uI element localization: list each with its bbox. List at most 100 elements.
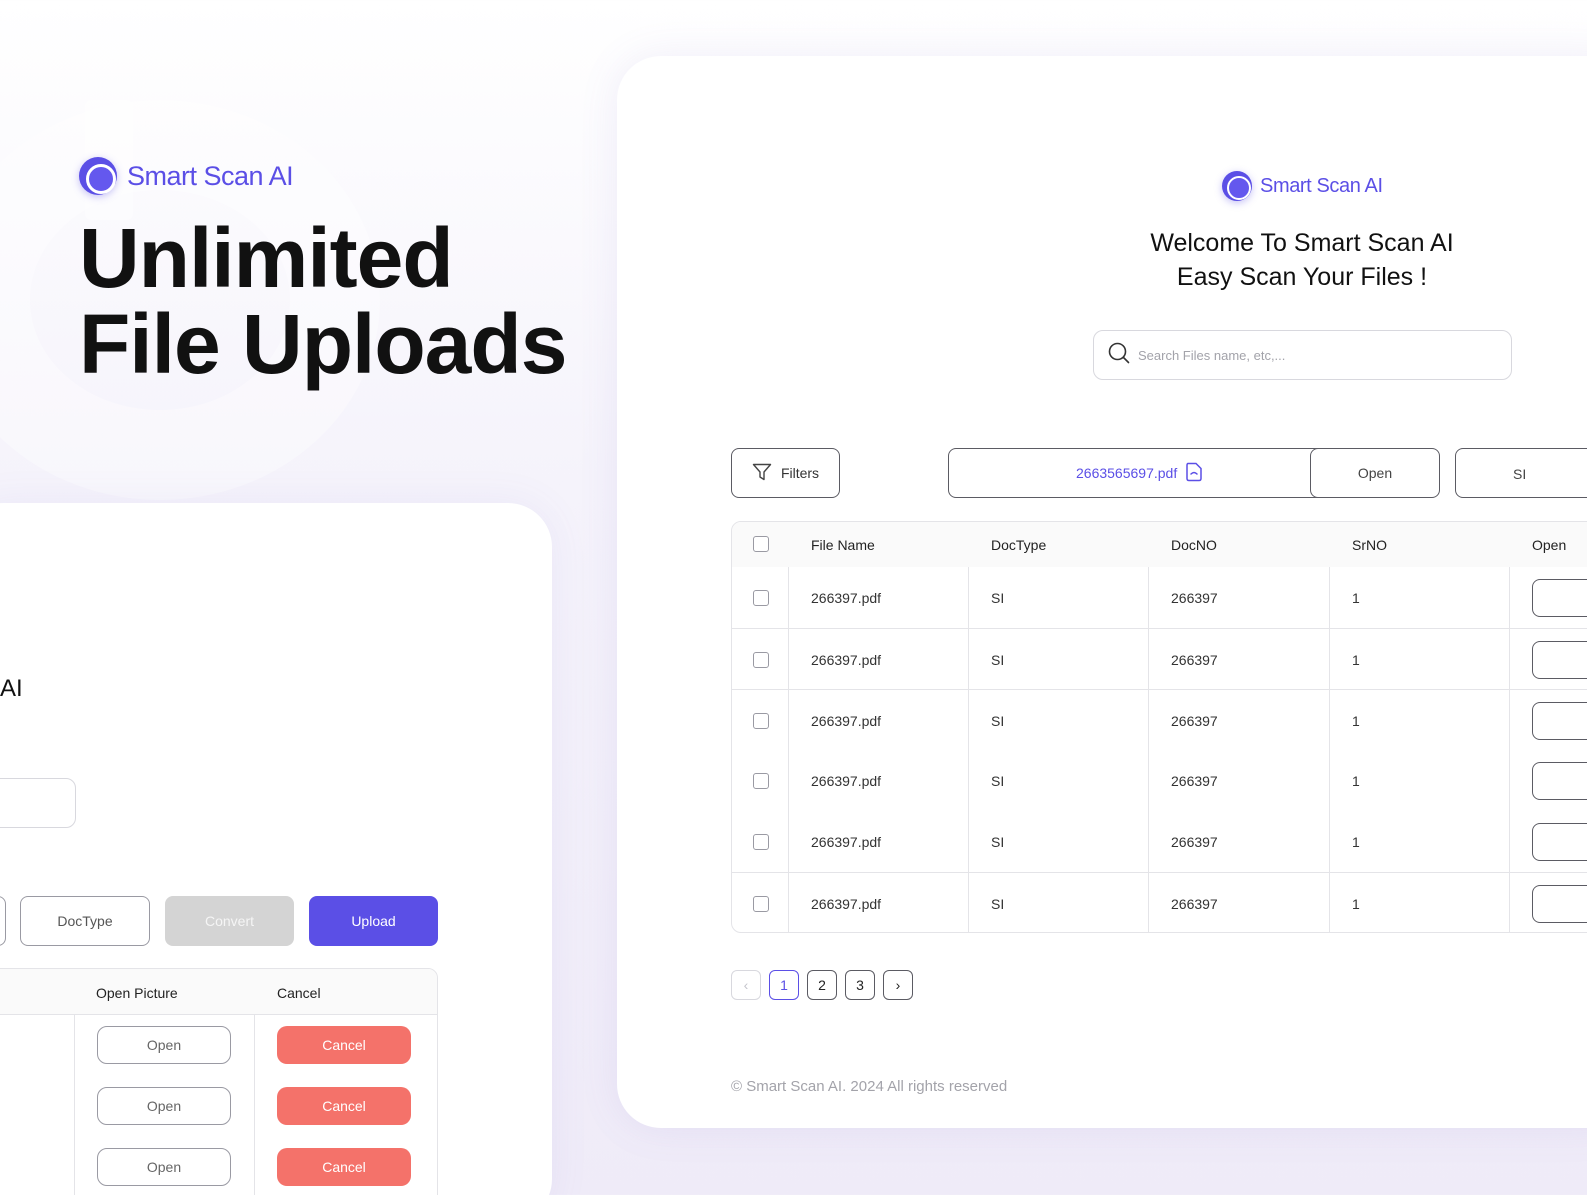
table-row[interactable]: 266397.pdf SI 266397 1 (732, 750, 1587, 811)
card-logo: Smart Scan AI (1222, 171, 1383, 201)
table-row[interactable]: 266397.pdf SI 266397 1 (732, 811, 1587, 872)
logo-icon (79, 157, 117, 195)
file-name-cell: 266397.pdf (811, 896, 882, 912)
hero-title-line-2: File Uploads (79, 297, 567, 391)
header-docno: DocNO (1171, 537, 1217, 553)
file-name-cell: 266397.pdf (811, 590, 882, 606)
row-open-button[interactable] (1532, 885, 1587, 923)
doctype-cell: SI (991, 896, 1005, 912)
page-2-button[interactable]: 2 (807, 970, 837, 1000)
row-checkbox[interactable] (753, 834, 769, 850)
row-checkbox[interactable] (753, 590, 769, 606)
next-page-button[interactable]: › (883, 970, 913, 1000)
filters-button[interactable]: Filters (731, 448, 840, 498)
docno-cell: 266397 (1171, 652, 1218, 668)
logo-icon (1222, 171, 1252, 201)
table-row[interactable]: 266397.pdf SI 266397 1 (732, 628, 1587, 689)
doctype-chip[interactable]: SI (1455, 448, 1587, 498)
header-srno: SrNO (1352, 537, 1387, 553)
hero-logo-text: Smart Scan AI (127, 160, 294, 191)
doctype-cell: SI (991, 834, 1005, 850)
header-file-name: File Name (811, 537, 875, 553)
row-checkbox[interactable] (753, 652, 769, 668)
srno-cell: 1 (1352, 713, 1360, 729)
file-browser-card: Smart Scan AI Welcome To Smart Scan AI E… (617, 56, 1587, 1128)
table-row[interactable]: 266397.pdf SI 266397 1 (732, 567, 1587, 628)
cancel-button[interactable]: Cancel (277, 1087, 411, 1125)
document-icon (1185, 462, 1203, 485)
page-1-button[interactable]: 1 (769, 970, 799, 1000)
open-picture-button[interactable]: Open (97, 1087, 231, 1125)
search-icon (1108, 342, 1130, 369)
header-open-picture: Open Picture (96, 985, 178, 1001)
doctype-cell: SI (991, 713, 1005, 729)
convert-button[interactable]: Convert (165, 896, 294, 946)
open-picture-button[interactable]: Open (97, 1026, 231, 1064)
select-all-checkbox[interactable] (753, 536, 769, 552)
docno-cell: 266397 (1171, 834, 1218, 850)
row-open-button[interactable] (1532, 641, 1587, 679)
doctype-button[interactable]: DocType (20, 896, 150, 946)
doctype-cell: SI (991, 773, 1005, 789)
file-name-cell: 266397.pdf (811, 652, 882, 668)
srno-cell: 1 (1352, 590, 1360, 606)
welcome-line-2: Easy Scan Your Files ! (1176, 263, 1428, 291)
column-divider (254, 1015, 255, 1195)
table-header: File Name DocType DocNO SrNO Open (732, 522, 1587, 567)
page-3-button[interactable]: 3 (845, 970, 875, 1000)
header-cancel: Cancel (277, 985, 321, 1001)
srno-cell: 1 (1352, 773, 1360, 789)
file-name-cell: 266397.pdf (811, 713, 882, 729)
files-table: File Name DocType DocNO SrNO Open 266397… (731, 521, 1587, 933)
open-picture-button[interactable]: Open (97, 1148, 231, 1186)
upload-table: Open Picture Cancel Open Cancel Open Can… (0, 968, 438, 1195)
file-name-cell: 266397.pdf (811, 834, 882, 850)
hero-title-line-1: Unlimited (79, 211, 454, 305)
doctype-chip-label: SI (1513, 466, 1527, 482)
row-open-button[interactable] (1532, 762, 1587, 800)
welcome-heading: Welcome To Smart Scan AI Easy Scan Your … (1052, 226, 1552, 294)
table-row[interactable]: 266397.pdf SI 266397 1 (732, 872, 1587, 932)
footer-copyright: © Smart Scan AI. 2024 All rights reserve… (731, 1078, 1008, 1095)
selected-file-chip[interactable]: 2663565697.pdf (948, 448, 1328, 498)
table-row[interactable]: 266397.pdf SI 266397 1 (732, 689, 1587, 750)
search-field[interactable] (1093, 330, 1512, 380)
row-open-button[interactable] (1532, 823, 1587, 861)
docno-cell: 266397 (1171, 713, 1218, 729)
docno-cell: 266397 (1171, 773, 1218, 789)
row-checkbox[interactable] (753, 896, 769, 912)
row-checkbox[interactable] (753, 713, 769, 729)
open-button[interactable]: Open (1310, 448, 1440, 498)
file-name-cell: 266397.pdf (811, 773, 882, 789)
pagination: ‹ 1 2 3 › (731, 970, 913, 1000)
srno-cell: 1 (1352, 896, 1360, 912)
docno-cell: 266397 (1171, 590, 1218, 606)
welcome-line-1: Welcome To Smart Scan AI (1150, 229, 1454, 257)
prev-page-button[interactable]: ‹ (731, 970, 761, 1000)
hero-logo: Smart Scan AI (79, 157, 294, 195)
docno-cell: 266397 (1171, 896, 1218, 912)
left-partial-button[interactable] (0, 896, 6, 946)
doctype-cell: SI (991, 652, 1005, 668)
srno-cell: 1 (1352, 652, 1360, 668)
selected-file-name: 2663565697.pdf (1076, 465, 1178, 481)
upload-table-header: Open Picture Cancel (0, 969, 437, 1015)
filter-icon (752, 463, 772, 484)
doctype-cell: SI (991, 590, 1005, 606)
search-input[interactable] (1138, 347, 1478, 363)
cancel-button[interactable]: Cancel (277, 1148, 411, 1186)
filters-label: Filters (780, 465, 820, 481)
hero-title: Unlimited File Uploads (79, 211, 567, 391)
cancel-button[interactable]: Cancel (277, 1026, 411, 1064)
column-divider (74, 1015, 75, 1195)
upload-button[interactable]: Upload (309, 896, 438, 946)
header-doctype: DocType (991, 537, 1047, 553)
row-checkbox[interactable] (753, 773, 769, 789)
row-open-button[interactable] (1532, 579, 1587, 617)
header-open: Open (1532, 537, 1567, 553)
row-open-button[interactable] (1532, 702, 1587, 740)
srno-cell: 1 (1352, 834, 1360, 850)
left-search-input[interactable] (0, 778, 76, 828)
card-logo-text: Smart Scan AI (1260, 174, 1383, 197)
left-partial-heading: AI (0, 675, 23, 702)
